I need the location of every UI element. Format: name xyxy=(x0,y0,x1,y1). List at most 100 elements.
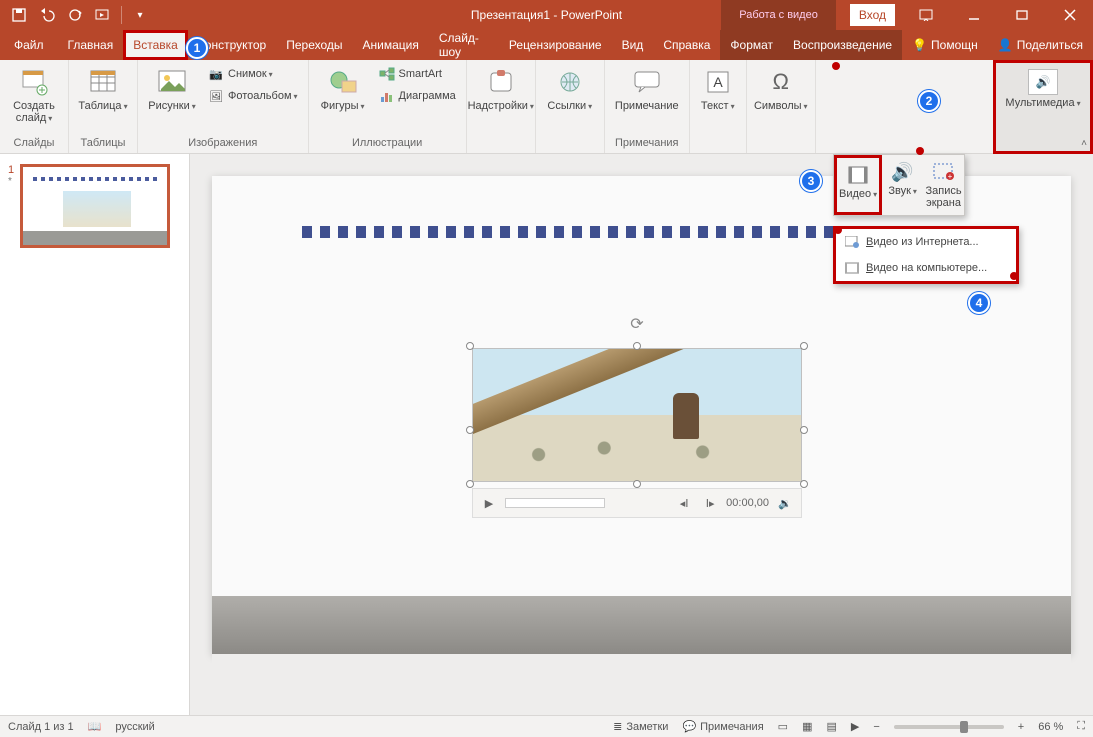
photo-album-button[interactable]: 🖼Фотоальбом xyxy=(204,86,302,106)
media-button[interactable]: 🔊 Мультимедиа xyxy=(1004,67,1082,110)
table-button[interactable]: Таблица xyxy=(75,64,131,113)
media-screenrec-button[interactable]: + Запись экрана xyxy=(923,155,964,215)
tab-view[interactable]: Вид xyxy=(612,30,654,60)
status-language[interactable]: русский xyxy=(115,721,154,733)
resize-handle[interactable] xyxy=(633,480,641,488)
save-icon[interactable] xyxy=(6,2,32,28)
smartart-button[interactable]: SmartArt xyxy=(375,64,460,84)
step-forward-icon[interactable]: Ⅰ▸ xyxy=(700,497,720,510)
maximize-icon[interactable] xyxy=(999,0,1045,30)
status-spellcheck[interactable]: 📖 xyxy=(88,720,102,733)
resize-handle[interactable] xyxy=(466,426,474,434)
redo-icon[interactable] xyxy=(62,2,88,28)
video-file-label: Видео на компьютере... xyxy=(866,262,987,274)
symbols-label: Символы xyxy=(754,100,808,113)
ribbon-display-options-icon[interactable] xyxy=(903,0,949,30)
tab-playback[interactable]: Воспроизведение xyxy=(783,30,902,60)
album-icon: 🖼 xyxy=(208,88,224,104)
group-comments: Примечание Примечания xyxy=(605,60,690,153)
slide-thumbnails-panel[interactable]: 1 * xyxy=(0,154,190,715)
chart-icon xyxy=(379,88,395,104)
resize-handle[interactable] xyxy=(800,426,808,434)
tab-home[interactable]: Главная xyxy=(58,30,124,60)
start-from-beginning-icon[interactable] xyxy=(90,2,116,28)
seek-track[interactable] xyxy=(505,498,605,508)
new-slide-button[interactable]: Создать слайд xyxy=(6,64,62,125)
screenshot-icon: 📷 xyxy=(208,66,224,82)
collapse-ribbon-icon[interactable]: ˄ xyxy=(1081,138,1087,149)
chart-button[interactable]: Диаграмма xyxy=(375,86,460,106)
step-back-icon[interactable]: ◂Ⅰ xyxy=(674,497,694,510)
zoom-slider[interactable] xyxy=(894,725,1004,729)
comment-button[interactable]: Примечание xyxy=(611,64,683,112)
tab-animation[interactable]: Анимация xyxy=(353,30,429,60)
tab-format[interactable]: Формат xyxy=(720,30,783,60)
comments-toggle[interactable]: 💬Примечания xyxy=(682,720,763,733)
qat-customize-icon[interactable]: ▾ xyxy=(127,2,153,28)
pictures-button[interactable]: Рисунки xyxy=(144,64,200,113)
group-tables: Таблица Таблицы xyxy=(69,60,138,153)
media-audio-button[interactable]: 🔊 Звук xyxy=(882,155,923,215)
view-reading-icon[interactable]: ▤ xyxy=(826,720,836,733)
title-bar: ▾ Презентация1 - PowerPoint Работа с вид… xyxy=(0,0,1093,30)
media-screenrec-label: Запись экрана xyxy=(925,185,961,209)
zoom-in-icon[interactable]: + xyxy=(1018,721,1024,733)
thumb-animation-indicator: * xyxy=(8,176,14,187)
video-online-icon xyxy=(844,234,860,250)
resize-handle[interactable] xyxy=(633,342,641,350)
tab-transitions[interactable]: Переходы xyxy=(276,30,352,60)
group-images-label: Изображения xyxy=(144,137,302,151)
share-button[interactable]: 👤Поделиться xyxy=(988,30,1093,60)
rotate-handle-icon[interactable]: ⟳ xyxy=(630,314,643,334)
link-icon xyxy=(554,66,586,98)
view-slideshow-icon[interactable]: ▶ xyxy=(851,720,859,733)
notes-label: Заметки xyxy=(626,721,668,733)
text-button[interactable]: A Текст xyxy=(696,64,740,113)
slide-thumbnail-1[interactable] xyxy=(20,164,170,248)
addins-label: Надстройки xyxy=(468,100,534,113)
text-label: Текст xyxy=(701,100,735,113)
fit-to-window-icon[interactable]: ⛶ xyxy=(1077,720,1085,733)
links-button[interactable]: Ссылки xyxy=(542,64,598,113)
video-online-item[interactable]: Видео из Интернета... xyxy=(836,229,1016,255)
resize-handle[interactable] xyxy=(800,480,808,488)
smartart-icon xyxy=(379,66,395,82)
marker-1: 1 xyxy=(186,37,208,59)
symbols-button[interactable]: Ω Символы xyxy=(753,64,809,113)
addins-button[interactable]: Надстройки xyxy=(473,64,529,113)
media-video-button[interactable]: Видео xyxy=(834,155,882,215)
table-label: Таблица xyxy=(78,100,127,113)
resize-handle[interactable] xyxy=(800,342,808,350)
zoom-out-icon[interactable]: − xyxy=(873,721,879,733)
symbol-icon: Ω xyxy=(765,66,797,98)
tab-review[interactable]: Рецензирование xyxy=(499,30,612,60)
video-frame[interactable] xyxy=(472,348,802,482)
media-audio-label: Звук xyxy=(888,185,917,197)
video-object-selection[interactable]: ⟳ ▶ ◂Ⅰ Ⅰ▸ xyxy=(466,342,808,518)
status-slide-counter[interactable]: Слайд 1 из 1 xyxy=(8,721,74,733)
notes-toggle[interactable]: ≣Заметки xyxy=(613,720,668,733)
resize-handle[interactable] xyxy=(466,480,474,488)
screenshot-label: Снимок xyxy=(228,68,273,80)
view-normal-icon[interactable]: ▭ xyxy=(778,720,788,733)
tab-file[interactable]: Файл xyxy=(0,30,58,60)
tab-help[interactable]: Справка xyxy=(653,30,720,60)
shapes-button[interactable]: Фигуры xyxy=(315,64,371,113)
media-video-label: Видео xyxy=(839,188,877,200)
minimize-icon[interactable] xyxy=(951,0,997,30)
marker-3: 3 xyxy=(800,170,822,192)
tab-slideshow[interactable]: Слайд-шоу xyxy=(429,30,499,60)
close-icon[interactable] xyxy=(1047,0,1093,30)
zoom-percent[interactable]: 66 % xyxy=(1038,721,1063,733)
volume-icon[interactable]: 🔉 xyxy=(775,497,795,510)
tell-me-button[interactable]: 💡Помощн xyxy=(902,30,988,60)
view-sorter-icon[interactable]: ▦ xyxy=(802,720,812,733)
play-icon[interactable]: ▶ xyxy=(479,497,499,510)
video-file-item[interactable]: Видео на компьютере... xyxy=(836,255,1016,281)
undo-icon[interactable] xyxy=(34,2,60,28)
tab-insert[interactable]: Вставка xyxy=(123,30,188,60)
group-text: A Текст xyxy=(690,60,747,153)
sign-in-button[interactable]: Вход xyxy=(850,4,895,26)
screenshot-button[interactable]: 📷 Снимок xyxy=(204,64,302,84)
resize-handle[interactable] xyxy=(466,342,474,350)
